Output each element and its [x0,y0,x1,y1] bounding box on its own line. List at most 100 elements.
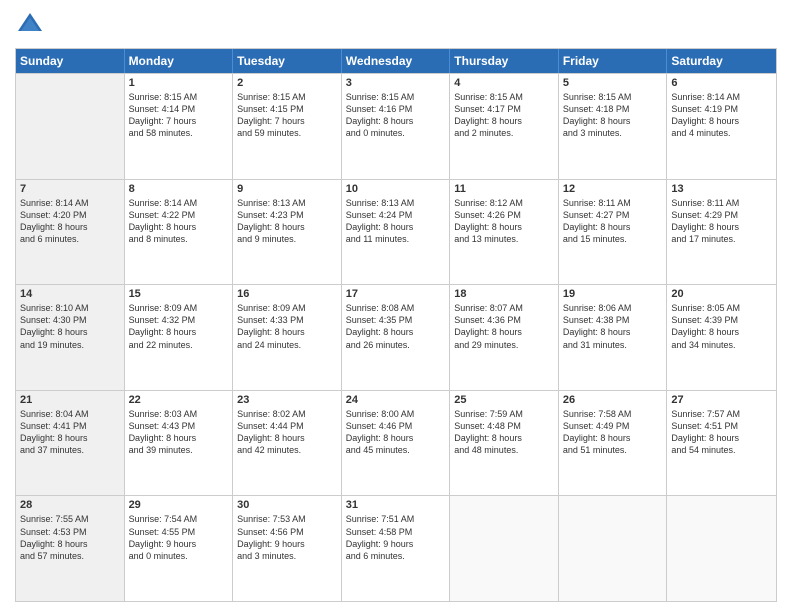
calendar-cell [16,74,125,179]
day-number: 15 [129,288,229,300]
day-number: 6 [671,77,772,89]
calendar-cell: 24 Sunrise: 8:00 AM Sunset: 4:46 PM Dayli… [342,391,451,496]
calendar-cell: 23 Sunrise: 8:02 AM Sunset: 4:44 PM Dayli… [233,391,342,496]
day-number: 30 [237,499,337,511]
day-info: Sunrise: 8:05 AM Sunset: 4:39 PM Dayligh… [671,302,772,351]
calendar-cell: 19 Sunrise: 8:06 AM Sunset: 4:38 PM Dayli… [559,285,668,390]
day-info: Sunrise: 8:13 AM Sunset: 4:24 PM Dayligh… [346,197,446,246]
calendar-cell: 15Sunrise: 8:09 AM Sunset: 4:32 PM Dayli… [125,285,234,390]
day-info: Sunrise: 8:04 AM Sunset: 4:41 PM Dayligh… [20,408,120,457]
calendar-cell: 3 Sunrise: 8:15 AM Sunset: 4:16 PM Daylig… [342,74,451,179]
day-number: 19 [563,288,663,300]
day-info: Sunrise: 7:55 AM Sunset: 4:53 PM Dayligh… [20,513,120,562]
calendar-cell: 6Sunrise: 8:14 AM Sunset: 4:19 PM Daylig… [667,74,776,179]
calendar-row: 21 Sunrise: 8:04 AM Sunset: 4:41 PM Dayli… [16,390,776,496]
day-info: Sunrise: 8:14 AM Sunset: 4:20 PM Dayligh… [20,197,120,246]
calendar-cell: 17 Sunrise: 8:08 AM Sunset: 4:35 PM Dayli… [342,285,451,390]
day-number: 26 [563,394,663,406]
day-number: 31 [346,499,446,511]
calendar-row: 7Sunrise: 8:14 AM Sunset: 4:20 PM Daylig… [16,179,776,285]
calendar-body: 1 Sunrise: 8:15 AM Sunset: 4:14 PM Daylig… [16,73,776,601]
day-number: 3 [346,77,446,89]
day-info: Sunrise: 7:57 AM Sunset: 4:51 PM Dayligh… [671,408,772,457]
day-info: Sunrise: 8:10 AM Sunset: 4:30 PM Dayligh… [20,302,120,351]
calendar-cell: 11Sunrise: 8:12 AM Sunset: 4:26 PM Dayli… [450,180,559,285]
calendar-cell [559,496,668,601]
day-number: 5 [563,77,663,89]
calendar-cell: 21 Sunrise: 8:04 AM Sunset: 4:41 PM Dayli… [16,391,125,496]
day-number: 16 [237,288,337,300]
calendar-row: 28 Sunrise: 7:55 AM Sunset: 4:53 PM Dayli… [16,495,776,601]
calendar-cell: 8 Sunrise: 8:14 AM Sunset: 4:22 PM Daylig… [125,180,234,285]
day-info: Sunrise: 8:00 AM Sunset: 4:46 PM Dayligh… [346,408,446,457]
day-number: 27 [671,394,772,406]
day-info: Sunrise: 8:02 AM Sunset: 4:44 PM Dayligh… [237,408,337,457]
calendar-cell: 1 Sunrise: 8:15 AM Sunset: 4:14 PM Daylig… [125,74,234,179]
day-info: Sunrise: 8:08 AM Sunset: 4:35 PM Dayligh… [346,302,446,351]
day-number: 10 [346,183,446,195]
day-info: Sunrise: 7:54 AM Sunset: 4:55 PM Dayligh… [129,513,229,562]
day-number: 22 [129,394,229,406]
day-number: 28 [20,499,120,511]
header [15,10,777,40]
day-number: 13 [671,183,772,195]
day-number: 24 [346,394,446,406]
weekday-header: Tuesday [233,49,342,73]
day-number: 11 [454,183,554,195]
day-number: 23 [237,394,337,406]
day-info: Sunrise: 8:15 AM Sunset: 4:16 PM Dayligh… [346,91,446,140]
day-number: 9 [237,183,337,195]
day-number: 12 [563,183,663,195]
day-number: 17 [346,288,446,300]
day-info: Sunrise: 8:13 AM Sunset: 4:23 PM Dayligh… [237,197,337,246]
weekday-header: Wednesday [342,49,451,73]
calendar-cell: 9 Sunrise: 8:13 AM Sunset: 4:23 PM Daylig… [233,180,342,285]
weekday-header: Sunday [16,49,125,73]
calendar-cell: 5 Sunrise: 8:15 AM Sunset: 4:18 PM Daylig… [559,74,668,179]
day-number: 29 [129,499,229,511]
calendar-cell: 25 Sunrise: 7:59 AM Sunset: 4:48 PM Dayli… [450,391,559,496]
calendar-cell: 28 Sunrise: 7:55 AM Sunset: 4:53 PM Dayli… [16,496,125,601]
calendar-cell: 7Sunrise: 8:14 AM Sunset: 4:20 PM Daylig… [16,180,125,285]
day-number: 2 [237,77,337,89]
calendar-cell: 10 Sunrise: 8:13 AM Sunset: 4:24 PM Dayli… [342,180,451,285]
calendar-row: 1 Sunrise: 8:15 AM Sunset: 4:14 PM Daylig… [16,73,776,179]
logo-icon [15,10,45,40]
calendar-cell [667,496,776,601]
calendar-cell: 4 Sunrise: 8:15 AM Sunset: 4:17 PM Daylig… [450,74,559,179]
calendar-cell: 30Sunrise: 7:53 AM Sunset: 4:56 PM Dayli… [233,496,342,601]
day-info: Sunrise: 8:15 AM Sunset: 4:15 PM Dayligh… [237,91,337,140]
calendar-cell: 16Sunrise: 8:09 AM Sunset: 4:33 PM Dayli… [233,285,342,390]
day-info: Sunrise: 7:51 AM Sunset: 4:58 PM Dayligh… [346,513,446,562]
calendar-cell: 29 Sunrise: 7:54 AM Sunset: 4:55 PM Dayli… [125,496,234,601]
logo [15,10,49,40]
day-info: Sunrise: 7:58 AM Sunset: 4:49 PM Dayligh… [563,408,663,457]
calendar-cell: 26 Sunrise: 7:58 AM Sunset: 4:49 PM Dayli… [559,391,668,496]
day-info: Sunrise: 8:06 AM Sunset: 4:38 PM Dayligh… [563,302,663,351]
calendar-cell: 2 Sunrise: 8:15 AM Sunset: 4:15 PM Daylig… [233,74,342,179]
calendar-cell: 13Sunrise: 8:11 AM Sunset: 4:29 PM Dayli… [667,180,776,285]
calendar-header: SundayMondayTuesdayWednesdayThursdayFrid… [16,49,776,73]
calendar: SundayMondayTuesdayWednesdayThursdayFrid… [15,48,777,602]
calendar-cell: 22Sunrise: 8:03 AM Sunset: 4:43 PM Dayli… [125,391,234,496]
calendar-cell: 20Sunrise: 8:05 AM Sunset: 4:39 PM Dayli… [667,285,776,390]
day-number: 4 [454,77,554,89]
calendar-row: 14 Sunrise: 8:10 AM Sunset: 4:30 PM Dayli… [16,284,776,390]
day-info: Sunrise: 8:15 AM Sunset: 4:18 PM Dayligh… [563,91,663,140]
calendar-cell: 27 Sunrise: 7:57 AM Sunset: 4:51 PM Dayli… [667,391,776,496]
day-number: 21 [20,394,120,406]
day-number: 18 [454,288,554,300]
calendar-cell: 14 Sunrise: 8:10 AM Sunset: 4:30 PM Dayli… [16,285,125,390]
day-info: Sunrise: 7:59 AM Sunset: 4:48 PM Dayligh… [454,408,554,457]
day-info: Sunrise: 8:14 AM Sunset: 4:22 PM Dayligh… [129,197,229,246]
day-info: Sunrise: 8:15 AM Sunset: 4:14 PM Dayligh… [129,91,229,140]
day-number: 14 [20,288,120,300]
weekday-header: Monday [125,49,234,73]
day-number: 1 [129,77,229,89]
day-number: 8 [129,183,229,195]
weekday-header: Saturday [667,49,776,73]
day-info: Sunrise: 8:15 AM Sunset: 4:17 PM Dayligh… [454,91,554,140]
calendar-cell [450,496,559,601]
day-info: Sunrise: 8:11 AM Sunset: 4:27 PM Dayligh… [563,197,663,246]
day-number: 25 [454,394,554,406]
